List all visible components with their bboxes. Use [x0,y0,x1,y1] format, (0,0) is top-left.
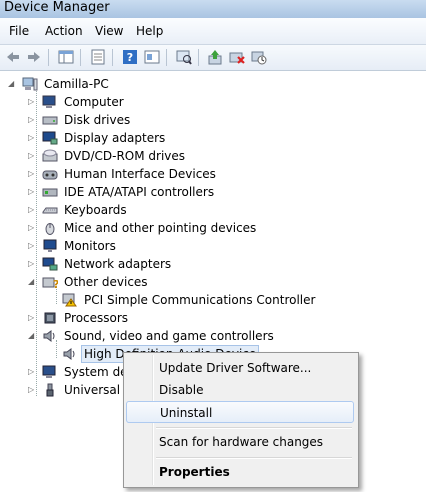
expand-arrow-icon[interactable]: ▷ [28,309,36,327]
expand-arrow-icon[interactable]: ▷ [28,381,36,399]
properties-icon[interactable] [90,49,106,65]
expand-arrow-icon[interactable]: ▷ [28,183,36,201]
expand-arrow-icon[interactable]: ▷ [28,237,36,255]
tree-item-label: Sound, video and game controllers [64,329,274,343]
tree-item-label: Human Interface Devices [64,167,216,181]
tree-item-label: PCI Simple Communications Controller [84,293,316,307]
system-device-icon [42,365,58,379]
show-hide-tree-icon[interactable] [58,49,74,65]
tree-item-label: Monitors [64,239,116,253]
update-driver-icon[interactable] [207,49,223,65]
toolbar: ? [0,45,426,71]
dvd-drive-icon [42,149,58,163]
usb-icon [42,383,58,397]
tree-item-label: Disk drives [64,113,131,127]
expand-arrow-icon[interactable]: ▷ [28,255,36,273]
toolbar-separator [48,49,49,66]
expand-arrow-icon[interactable]: ▷ [28,201,36,219]
tree-item-label: IDE ATA/ATAPI controllers [64,185,215,199]
disable-menu-item[interactable]: Disable [126,379,354,401]
expand-arrow-icon[interactable]: ▷ [28,129,36,147]
toolbar-separator [80,49,81,66]
tree-item-label: Mice and other pointing devices [64,221,257,235]
title-bar: Device Manager [0,0,426,18]
mouse-icon [42,221,58,235]
collapse-arrow-icon[interactable]: ◢ [8,75,16,93]
tree-item-label: Computer [64,95,124,109]
help-icon[interactable]: ? [122,49,138,65]
tree-item-label: Network adapters [64,257,172,271]
menu-item-label: Uninstall [160,406,213,420]
menu-separator [156,457,352,459]
expand-arrow-icon[interactable]: ▷ [28,93,36,111]
uninstall-icon[interactable] [229,49,245,65]
tree-connector [36,88,37,396]
toolbar-separator [166,49,167,66]
menu-item-label: Properties [159,465,230,479]
expand-arrow-icon[interactable]: ▷ [28,165,36,183]
window-title: Device Manager [4,0,110,15]
menu-view[interactable]: View [95,24,123,38]
computer-icon [42,95,58,109]
hid-icon [42,167,58,181]
back-arrow-icon[interactable] [5,49,21,65]
audio-device-icon [62,347,78,361]
scan-hardware-menu-item[interactable]: Scan for hardware changes [126,431,354,453]
toolbar-separator [112,49,113,66]
menu-action[interactable]: Action [45,24,83,38]
scan-hardware-icon[interactable] [176,49,192,65]
collapse-arrow-icon[interactable]: ◢ [28,273,36,291]
svg-text:?: ? [127,51,133,64]
collapse-arrow-icon[interactable]: ◢ [28,327,36,345]
tree-item-label: Other devices [64,275,148,289]
view-icon[interactable] [144,49,160,65]
expand-arrow-icon[interactable]: ▷ [28,219,36,237]
menu-item-label: Update Driver Software... [159,361,312,375]
display-adapter-icon [42,131,58,145]
disable-icon[interactable] [251,49,267,65]
unknown-device-icon: ? [42,275,59,291]
context-menu: Update Driver Software... Disable Uninst… [123,352,359,488]
menu-item-label: Disable [159,383,204,397]
menu-file[interactable]: File [9,24,29,38]
computer-pc-icon [22,77,38,91]
expand-arrow-icon[interactable]: ▷ [28,363,36,381]
forward-arrow-icon[interactable] [26,49,42,65]
monitor-icon [42,239,58,253]
update-driver-menu-item[interactable]: Update Driver Software... [126,357,354,379]
network-adapter-icon [42,257,58,271]
keyboard-icon [42,203,58,217]
menu-bar: File Action View Help [0,18,426,45]
ide-controller-icon [42,185,58,199]
expand-arrow-icon[interactable]: ▷ [28,111,36,129]
properties-menu-item[interactable]: Properties [126,461,354,483]
menu-separator [156,427,352,429]
tree-item-label: Processors [64,311,129,325]
menu-item-label: Scan for hardware changes [159,435,324,449]
tree-item-label: DVD/CD-ROM drives [64,149,186,163]
toolbar-separator [198,49,199,66]
processor-icon [42,311,58,325]
menu-help[interactable]: Help [136,24,163,38]
expand-arrow-icon[interactable]: ▷ [28,147,36,165]
tree-root-label: Camilla-PC [44,77,109,91]
disk-drive-icon [42,113,58,127]
warning-device-icon [62,293,78,307]
speaker-icon [42,329,58,343]
tree-item-label: Display adapters [64,131,166,145]
svg-text:?: ? [53,278,58,289]
tree-item-label: Keyboards [64,203,127,217]
uninstall-menu-item[interactable]: Uninstall [126,401,354,423]
